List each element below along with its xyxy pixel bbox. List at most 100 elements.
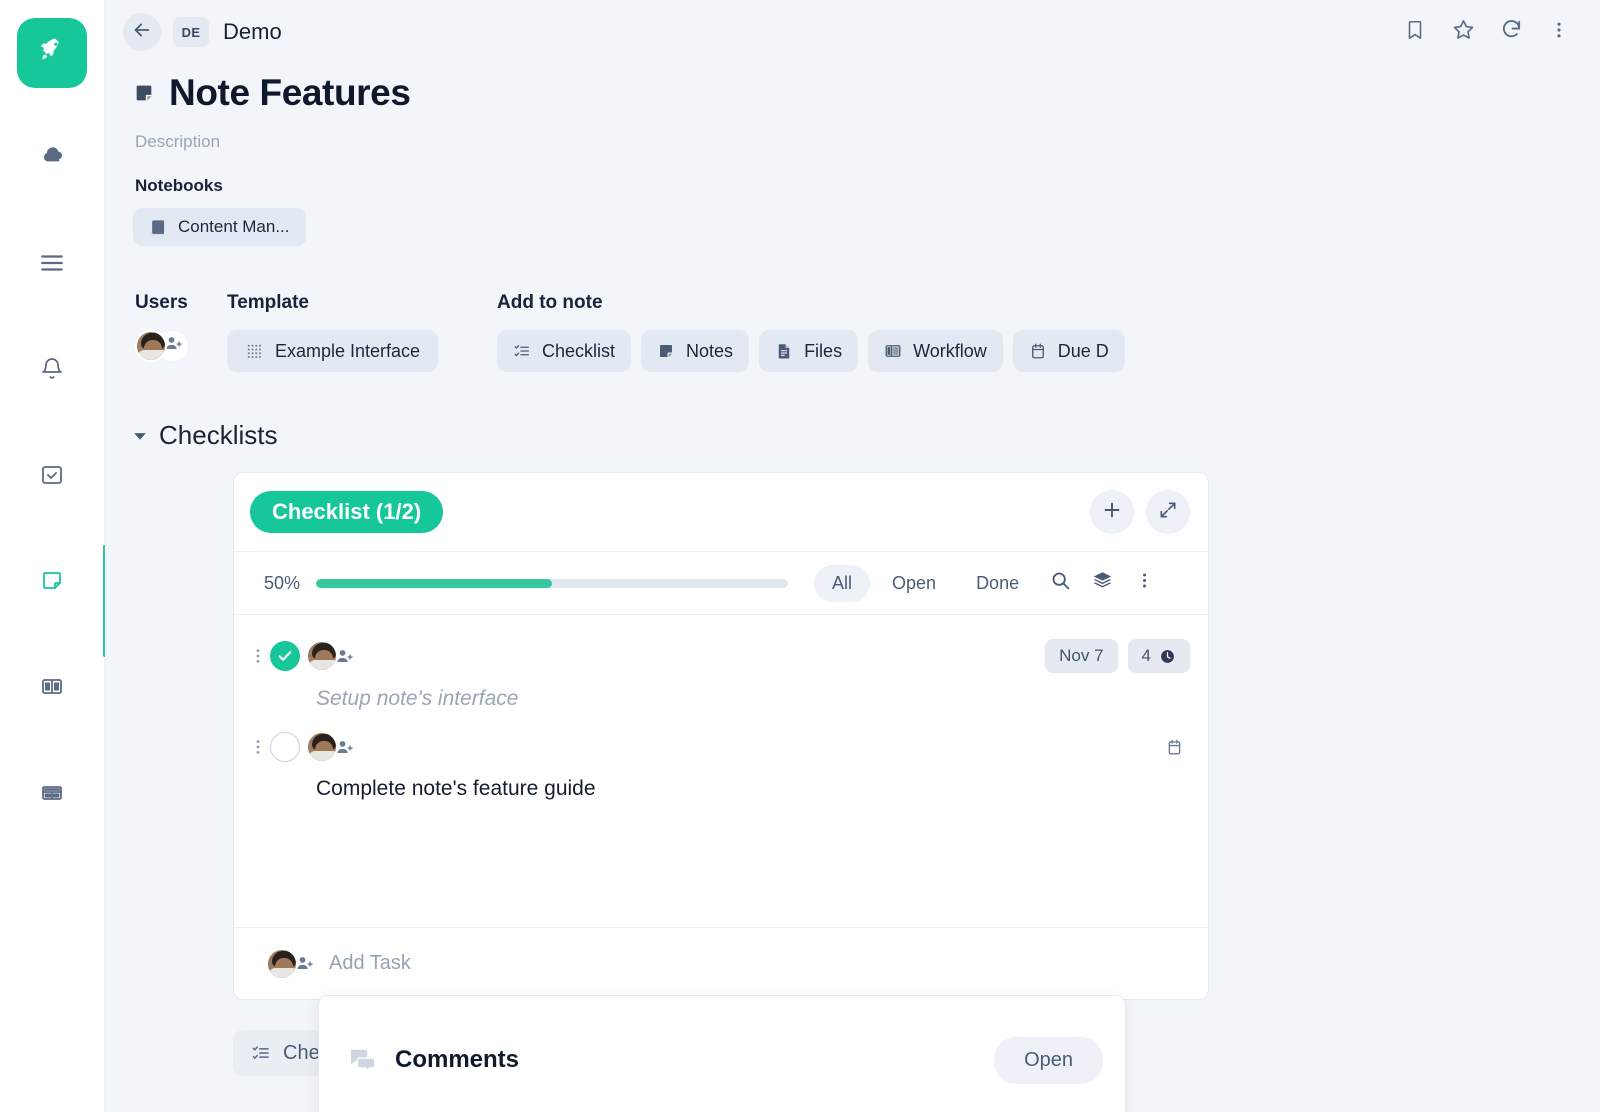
users-label: Users xyxy=(135,292,188,313)
sidebar-item-notifications[interactable] xyxy=(17,336,87,406)
checklist-icon xyxy=(513,342,531,360)
comments-panel: Comments Open xyxy=(318,995,1126,1112)
kebab-icon xyxy=(1135,571,1154,595)
notes-icon xyxy=(657,342,675,360)
layers-button[interactable] xyxy=(1083,564,1121,602)
task-time-value: 4 xyxy=(1141,646,1151,665)
open-comments-button[interactable]: Open xyxy=(994,1036,1103,1084)
more-options-button[interactable] xyxy=(1540,13,1578,51)
refresh-button[interactable] xyxy=(1492,13,1530,51)
add-notes-button[interactable]: Notes xyxy=(641,330,750,372)
expand-checklist-button[interactable] xyxy=(1146,490,1190,534)
sidebar-item-notes[interactable] xyxy=(17,548,87,618)
workflow-icon xyxy=(884,342,902,360)
table-icon xyxy=(40,781,64,810)
clock-icon xyxy=(1159,648,1176,665)
task-list: Nov 7 4 Setup note's interface Complete … xyxy=(234,615,1208,927)
kebab-icon xyxy=(1549,20,1569,45)
progress-bar xyxy=(316,578,788,588)
task-assignee-stack xyxy=(306,731,359,763)
sidebar-item-board[interactable] xyxy=(17,654,87,724)
cloud-icon xyxy=(39,144,65,175)
avatar[interactable] xyxy=(306,731,338,763)
grid-icon xyxy=(245,342,263,360)
task-title[interactable]: Setup note's interface xyxy=(250,673,1190,711)
avatar[interactable] xyxy=(266,947,298,980)
sidebar-item-table[interactable] xyxy=(17,760,87,830)
search-button[interactable] xyxy=(1041,564,1079,602)
checklist-more-options-button[interactable] xyxy=(1125,564,1163,602)
task-row-controls: Nov 7 4 xyxy=(250,639,1190,673)
notebook-chip-label: Content Man... xyxy=(178,217,290,236)
task-checkbox-checked[interactable] xyxy=(270,641,300,671)
drag-handle-icon[interactable] xyxy=(250,647,266,665)
checklist-title-pill[interactable]: Checklist (1/2) xyxy=(250,491,444,533)
plus-icon xyxy=(1101,499,1123,526)
checklist-progress-row: 50% All Open Done xyxy=(234,552,1208,615)
comments-title: Comments xyxy=(395,1046,520,1073)
favorite-button[interactable] xyxy=(1444,13,1482,51)
add-workflow-label: Workflow xyxy=(913,340,987,361)
add-checklist-button[interactable]: Checklist xyxy=(497,330,632,372)
add-workflow-button[interactable]: Workflow xyxy=(868,330,1003,372)
app-root: DE Demo Note Features Description Notebo… xyxy=(0,0,1600,1112)
layers-icon xyxy=(1092,570,1113,596)
star-icon xyxy=(1452,18,1475,46)
workspace-initials-badge[interactable]: DE xyxy=(173,17,209,47)
add-files-label: Files xyxy=(804,340,843,361)
notebook-chip[interactable]: Content Man... xyxy=(133,208,306,246)
app-logo[interactable] xyxy=(17,18,87,88)
drag-handle-icon[interactable] xyxy=(250,738,266,756)
add-task-input[interactable]: Add Task xyxy=(329,952,411,975)
template-chip-label: Example Interface xyxy=(275,340,421,361)
sidebar-item-menu[interactable] xyxy=(17,230,87,300)
add-due-date-button[interactable]: Due D xyxy=(1012,330,1125,372)
avatar[interactable] xyxy=(306,640,338,672)
meta-columns: Users Template Example Interface Add to … xyxy=(105,292,1600,372)
set-due-date-button[interactable] xyxy=(1165,738,1184,757)
sidebar-item-cloud[interactable] xyxy=(17,124,87,194)
filter-open[interactable]: Open xyxy=(874,565,954,602)
add-task-row[interactable]: Add Task xyxy=(234,927,1208,999)
calendar-icon xyxy=(1029,342,1047,360)
page-title[interactable]: Note Features xyxy=(169,72,411,114)
task-title[interactable]: Complete note's feature guide xyxy=(250,763,1190,801)
checklist-card: Checklist (1/2) 50% All Open Done Nov 7 … xyxy=(233,472,1209,1000)
checklists-section-title: Checklists xyxy=(159,420,278,450)
search-icon xyxy=(1050,570,1071,596)
template-label: Template xyxy=(227,292,310,313)
book-icon xyxy=(149,218,168,237)
task-row-controls xyxy=(250,731,1190,763)
file-icon xyxy=(775,342,793,360)
main-content: DE Demo Note Features Description Notebo… xyxy=(105,0,1600,1112)
note-icon xyxy=(40,569,64,598)
expand-icon xyxy=(1158,500,1178,525)
filter-all[interactable]: All xyxy=(814,564,871,602)
task-row: Nov 7 4 Setup note's interface xyxy=(234,625,1208,717)
checklists-section-header[interactable]: Checklists xyxy=(133,420,277,451)
avatar[interactable] xyxy=(135,330,167,362)
top-bar: DE Demo xyxy=(105,0,1600,64)
note-icon xyxy=(133,82,155,104)
add-task-button[interactable] xyxy=(1090,490,1134,534)
task-due-date-badge[interactable]: Nov 7 xyxy=(1045,639,1118,673)
columns-icon xyxy=(40,675,64,704)
checklist-card-header: Checklist (1/2) xyxy=(234,473,1208,552)
template-chip[interactable]: Example Interface xyxy=(227,330,439,372)
filter-done[interactable]: Done xyxy=(958,565,1037,602)
add-files-button[interactable]: Files xyxy=(759,330,859,372)
workspace-name[interactable]: Demo xyxy=(223,19,282,45)
bookmark-icon xyxy=(1404,19,1426,46)
note-meta-row: Users Template Example Interface Add to … xyxy=(105,292,1600,402)
notebooks-chip-row: Content Man... xyxy=(105,196,1600,246)
task-checkbox-unchecked[interactable] xyxy=(270,732,300,762)
menu-icon xyxy=(39,250,65,281)
sidebar-item-tasks[interactable] xyxy=(17,442,87,512)
description-placeholder[interactable]: Description xyxy=(105,114,1600,152)
task-time-badge[interactable]: 4 xyxy=(1127,639,1190,673)
users-avatar-stack xyxy=(135,330,227,362)
bookmark-button[interactable] xyxy=(1396,13,1434,51)
add-to-note-label: Add to note xyxy=(497,292,603,313)
back-button[interactable] xyxy=(123,13,161,51)
add-to-note-column: Add to note Checklist Notes Files Workfl… xyxy=(497,292,1125,372)
